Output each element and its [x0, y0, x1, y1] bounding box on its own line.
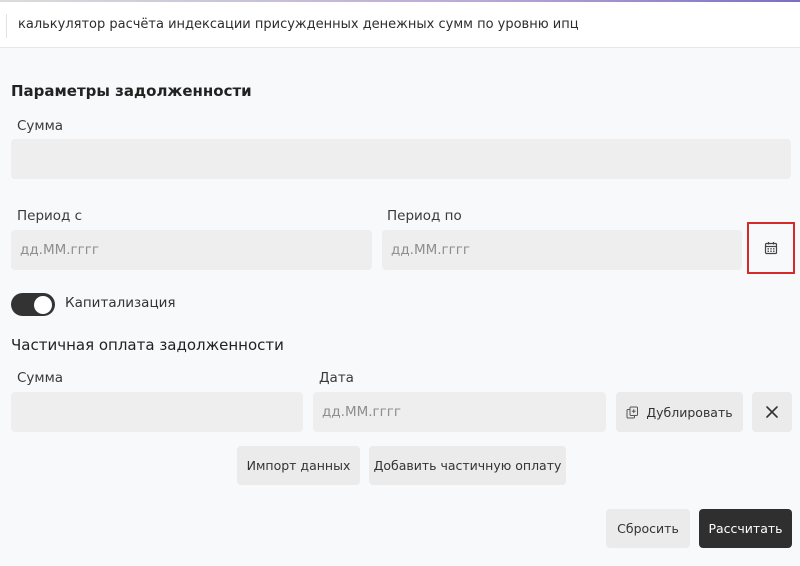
payment-date-input[interactable] — [322, 404, 597, 420]
period-from-label: Период с — [17, 208, 83, 224]
capitalization-label: Капитализация — [65, 295, 176, 311]
add-partial-payment-button[interactable]: Добавить частичную оплату — [369, 446, 566, 485]
copy-icon — [626, 406, 639, 418]
payment-sum-label: Сумма — [17, 370, 64, 386]
payment-sum-field[interactable] — [11, 392, 303, 432]
sum-field[interactable] — [11, 139, 791, 179]
period-to-input[interactable] — [391, 242, 733, 258]
import-data-button[interactable]: Импорт данных — [237, 446, 360, 485]
calendar-icon — [764, 242, 778, 255]
duplicate-label: Дублировать — [646, 404, 733, 420]
capitalization-toggle[interactable] — [11, 293, 55, 316]
duplicate-button[interactable]: Дублировать — [616, 392, 743, 432]
period-from-field[interactable] — [11, 230, 372, 270]
period-to-field[interactable] — [382, 230, 742, 270]
reset-button[interactable]: Сбросить — [606, 509, 690, 548]
payment-date-label: Дата — [319, 370, 354, 386]
period-to-label: Период по — [387, 208, 462, 224]
sum-label: Сумма — [17, 118, 64, 134]
remove-payment-button[interactable] — [752, 392, 792, 432]
toggle-knob — [34, 295, 52, 314]
page-header: калькулятор расчёта индексации присужден… — [0, 2, 800, 48]
header-divider — [6, 14, 7, 38]
calendar-button[interactable] — [747, 222, 795, 274]
period-from-input[interactable] — [20, 242, 363, 258]
close-icon — [766, 406, 778, 418]
payment-sum-input[interactable] — [20, 404, 294, 420]
debt-params-title: Параметры задолженности — [11, 82, 252, 100]
calculate-button[interactable]: Рассчитать — [699, 509, 792, 548]
partial-payment-title: Частичная оплата задолженности — [11, 336, 284, 354]
sum-input[interactable] — [20, 151, 782, 167]
page-title: калькулятор расчёта индексации присужден… — [18, 17, 579, 32]
payment-date-field[interactable] — [313, 392, 606, 432]
